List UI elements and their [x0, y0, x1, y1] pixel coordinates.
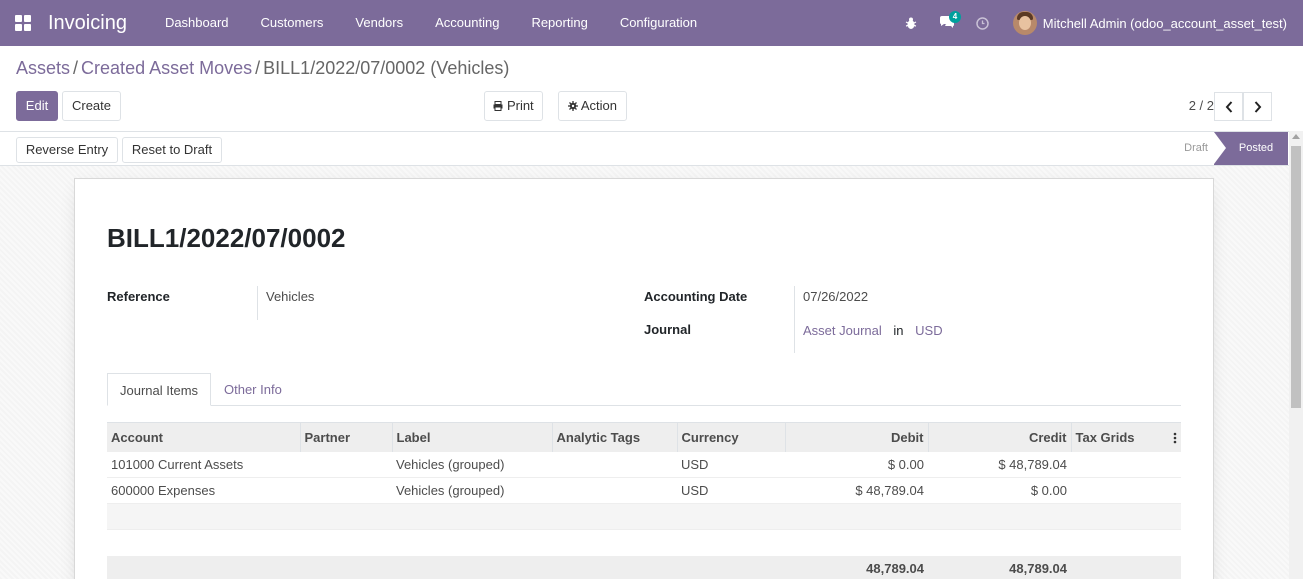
- column-header-partner[interactable]: Partner: [300, 422, 393, 452]
- empty-row: [107, 503, 1181, 530]
- tab-other-info[interactable]: Other Info: [212, 373, 294, 406]
- journal-label: Journal: [644, 322, 691, 337]
- stage-draft: Draft: [1184, 142, 1208, 154]
- app-name[interactable]: Invoicing: [48, 12, 127, 35]
- form-sheet: BILL1/2022/07/0002 Reference Vehicles Ac…: [74, 178, 1214, 579]
- column-header-currency[interactable]: Currency: [677, 422, 786, 452]
- tab-journal-items[interactable]: Journal Items: [107, 373, 212, 406]
- table-header-row: Account Partner Label Analytic Tags Curr…: [107, 422, 1181, 452]
- form-content-area: BILL1/2022/07/0002 Reference Vehicles Ac…: [0, 166, 1289, 579]
- pager-next-button[interactable]: [1243, 92, 1272, 121]
- menu-vendors[interactable]: Vendors: [339, 0, 419, 46]
- total-debit: 48,789.04: [785, 555, 928, 579]
- cell-analytic-tags: [552, 451, 677, 478]
- accounting-date-value[interactable]: 07/26/2022: [803, 289, 868, 304]
- breadcrumb: Assets / Created Asset Moves / BILL1/2022/07…: [16, 58, 509, 79]
- table-row[interactable]: 600000 Expenses Vehicles (grouped) USD $…: [107, 477, 1181, 504]
- cell-currency: USD: [677, 451, 785, 478]
- print-icon: [493, 101, 503, 111]
- gear-icon: [567, 101, 578, 111]
- cell-credit: $ 0.00: [928, 477, 1071, 504]
- reference-label: Reference: [107, 289, 170, 304]
- status-bar: Reverse Entry Reset to Draft Draft Poste…: [0, 131, 1303, 166]
- cell-credit: $ 48,789.04: [928, 451, 1071, 478]
- user-avatar[interactable]: [1012, 11, 1037, 35]
- menu-customers[interactable]: Customers: [245, 0, 340, 46]
- vertical-scrollbar[interactable]: [1289, 131, 1303, 579]
- breadcrumb-separator: /: [255, 58, 261, 78]
- reference-value[interactable]: Vehicles: [266, 289, 314, 304]
- field-divider: [794, 286, 795, 353]
- journal-link[interactable]: Asset Journal: [803, 323, 882, 338]
- cell-analytic-tags: [552, 477, 677, 504]
- breadcrumb-separator: /: [73, 58, 79, 78]
- journal-in-word: in: [893, 323, 904, 338]
- journal-field: Asset Journal in USD: [803, 323, 943, 338]
- column-header-credit[interactable]: Credit: [928, 422, 1072, 452]
- messages-icon[interactable]: 4: [929, 0, 965, 46]
- menu-accounting[interactable]: Accounting: [419, 0, 515, 46]
- pager-previous-button[interactable]: [1214, 92, 1243, 121]
- cell-account: 600000 Expenses: [107, 477, 300, 504]
- stage-posted: Posted: [1214, 132, 1288, 165]
- cell-tax-grids: [1071, 451, 1181, 478]
- column-header-analytic-tags[interactable]: Analytic Tags: [552, 422, 678, 452]
- cell-debit: $ 0.00: [785, 451, 928, 478]
- messages-badge: 4: [948, 11, 962, 23]
- top-navbar: Invoicing Dashboard Customers Vendors Ac…: [0, 0, 1303, 46]
- breadcrumb-created-asset-moves[interactable]: Created Asset Moves: [81, 58, 252, 78]
- apps-menu-icon[interactable]: [0, 0, 46, 46]
- create-button[interactable]: Create: [62, 91, 121, 121]
- table-row[interactable]: 101000 Current Assets Vehicles (grouped)…: [107, 451, 1181, 478]
- column-header-debit[interactable]: Debit: [785, 422, 929, 452]
- column-header-account[interactable]: Account: [107, 422, 301, 452]
- action-label: Action: [580, 98, 618, 113]
- cell-partner: [300, 477, 392, 504]
- tax-grids-label: Tax Grids: [1075, 429, 1135, 445]
- cell-partner: [300, 451, 392, 478]
- optional-columns-icon[interactable]: [1173, 432, 1177, 444]
- chevron-left-icon: [1225, 100, 1232, 113]
- document-title: BILL1/2022/07/0002: [107, 223, 346, 253]
- user-name[interactable]: Mitchell Admin (odoo_account_asset_test): [1043, 16, 1287, 31]
- accounting-date-label: Accounting Date: [644, 289, 748, 304]
- journal-items-table: Account Partner Label Analytic Tags Curr…: [107, 422, 1181, 579]
- menu-configuration[interactable]: Configuration: [604, 0, 713, 46]
- cell-tax-grids: [1071, 477, 1181, 504]
- cell-currency: USD: [677, 477, 785, 504]
- currency-link[interactable]: USD: [915, 323, 942, 338]
- notebook-tabs: Journal Items Other Info: [107, 373, 1181, 406]
- breadcrumb-current: BILL1/2022/07/0002 (Vehicles): [263, 58, 510, 78]
- edit-button[interactable]: Edit: [16, 91, 58, 121]
- scroll-up-arrow-icon[interactable]: [1292, 134, 1300, 139]
- print-label: Print: [506, 98, 534, 113]
- total-credit: 48,789.04: [928, 555, 1071, 579]
- chevron-right-icon: [1254, 100, 1261, 113]
- reverse-entry-button[interactable]: Reverse Entry: [16, 137, 118, 163]
- action-button[interactable]: Action: [558, 91, 627, 121]
- cell-account: 101000 Current Assets: [107, 451, 300, 478]
- pager-value[interactable]: 2 / 2: [1189, 98, 1214, 113]
- totals-row: 48,789.04 48,789.04: [107, 555, 1181, 579]
- cell-label: Vehicles (grouped): [392, 477, 552, 504]
- scrollbar-thumb[interactable]: [1291, 146, 1301, 408]
- activity-clock-icon[interactable]: [965, 0, 1001, 46]
- menu-dashboard[interactable]: Dashboard: [149, 0, 245, 46]
- empty-row: [107, 529, 1181, 556]
- field-divider: [257, 286, 258, 320]
- column-header-tax-grids[interactable]: Tax Grids: [1071, 422, 1181, 452]
- print-button[interactable]: Print: [484, 91, 543, 121]
- column-header-label[interactable]: Label: [392, 422, 553, 452]
- debug-bug-icon[interactable]: [893, 0, 929, 46]
- cell-debit: $ 48,789.04: [785, 477, 928, 504]
- reset-to-draft-button[interactable]: Reset to Draft: [122, 137, 222, 163]
- cell-label: Vehicles (grouped): [392, 451, 552, 478]
- breadcrumb-assets[interactable]: Assets: [16, 58, 70, 78]
- menu-reporting[interactable]: Reporting: [515, 0, 603, 46]
